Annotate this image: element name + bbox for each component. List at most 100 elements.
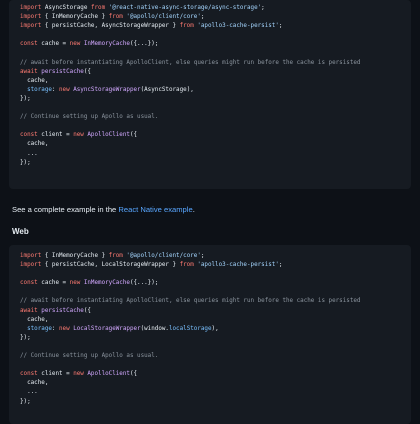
code-line: const client = new ApolloClient({ bbox=[20, 131, 411, 140]
code-text-token: AsyncStorage bbox=[41, 5, 91, 11]
code-text-token: ({ bbox=[83, 307, 91, 314]
keyword-token: from bbox=[108, 14, 123, 21]
keyword-token: import bbox=[20, 23, 42, 30]
code-text-token: ; bbox=[278, 23, 283, 30]
code-text-token: { persistCache, LocalStorageWrapper } bbox=[41, 262, 180, 269]
code-text-token: ({...}); bbox=[129, 280, 159, 287]
keyword-token: new bbox=[69, 41, 81, 48]
function-name-token: AsyncStorageWrapper bbox=[73, 86, 141, 93]
code-text-token: ; bbox=[200, 253, 205, 259]
keyword-token: new bbox=[59, 86, 70, 93]
keyword-token: import bbox=[20, 253, 42, 259]
code-line: cache, bbox=[20, 316, 411, 325]
keyword-token: import bbox=[20, 262, 42, 269]
code-text-token: ... bbox=[20, 150, 38, 157]
code-line: // await before instantiating ApolloClie… bbox=[20, 59, 411, 68]
code-text-token: ({ bbox=[83, 68, 91, 75]
code-line: storage: new AsyncStorageWrapper(AsyncSt… bbox=[20, 86, 411, 95]
code-text-token: cache, bbox=[20, 380, 49, 387]
code-text-token: cache = bbox=[37, 41, 70, 48]
code-line: }); bbox=[20, 159, 411, 168]
code-block-react-native: import AsyncStorage from '@react-native-… bbox=[9, 0, 411, 189]
code-line: import { persistCache, AsyncStorageWrapp… bbox=[20, 22, 411, 31]
code-line: // Continue setting up Apollo as usual. bbox=[20, 352, 411, 361]
code-line: const cache = new InMemoryCache({...}); bbox=[20, 279, 411, 288]
code-text-token: ), bbox=[211, 325, 219, 332]
code-text-token: cache, bbox=[20, 141, 49, 148]
code-line: // Continue setting up Apollo as usual. bbox=[20, 113, 411, 122]
string-token: '@react-native-async-storage/async-stora… bbox=[108, 5, 262, 11]
keyword-token: const bbox=[20, 132, 38, 139]
code-line: cache, bbox=[20, 77, 411, 86]
function-name-token: InMemoryCache bbox=[83, 41, 130, 48]
function-name-token: ApolloClient bbox=[87, 132, 130, 139]
code-line: // await before instantiating ApolloClie… bbox=[20, 297, 411, 306]
function-name-token: persistCache bbox=[41, 307, 84, 314]
keyword-token: const bbox=[20, 371, 38, 378]
property-token: localStorage bbox=[168, 325, 212, 332]
code-text-token: client = bbox=[37, 132, 74, 139]
keyword-token: from bbox=[90, 5, 106, 11]
keyword-token: new bbox=[73, 371, 84, 378]
code-line: const cache = new InMemoryCache({...}); bbox=[20, 40, 411, 49]
code-text-token: }); bbox=[20, 334, 31, 341]
function-name-token: InMemoryCache bbox=[83, 280, 130, 287]
code-line: import { persistCache, LocalStorageWrapp… bbox=[20, 261, 411, 270]
code-text-token: { persistCache, AsyncStorageWrapper } bbox=[41, 23, 180, 30]
property-token: storage bbox=[27, 325, 52, 332]
string-token: 'apollo3-cache-persist' bbox=[197, 262, 279, 269]
keyword-token: await bbox=[20, 68, 38, 75]
comment-token: // Continue setting up Apollo as usual. bbox=[20, 114, 159, 121]
code-text-token: ; bbox=[200, 14, 205, 21]
code-line: }); bbox=[20, 95, 411, 104]
code-line: cache, bbox=[20, 140, 411, 149]
keyword-token: new bbox=[69, 280, 81, 287]
code-text-token: ; bbox=[261, 5, 265, 11]
code-line: await persistCache({ bbox=[20, 68, 411, 77]
keyword-token: from bbox=[179, 262, 194, 269]
string-token: 'apollo3-cache-persist' bbox=[197, 23, 279, 30]
code-text-token: ({ bbox=[129, 132, 138, 139]
function-name-token: LocalStorageWrapper bbox=[73, 325, 141, 332]
web-heading: Web bbox=[12, 227, 29, 236]
keyword-token: import bbox=[20, 5, 42, 11]
comment-token: // await before instantiating ApolloClie… bbox=[20, 59, 361, 66]
keyword-token: new bbox=[73, 132, 84, 139]
keyword-token: const bbox=[20, 41, 38, 48]
code-text-token: ... bbox=[20, 389, 38, 396]
example-paragraph: See a complete example in the React Nati… bbox=[12, 205, 195, 214]
code-text-token: client = bbox=[37, 371, 74, 378]
code-line: import { InMemoryCache } from '@apollo/c… bbox=[20, 13, 411, 22]
code-text-token: }); bbox=[20, 398, 31, 405]
keyword-token: new bbox=[59, 325, 70, 332]
code-text-token: { InMemoryCache } bbox=[41, 14, 109, 21]
code-line: }); bbox=[20, 398, 411, 407]
code-line: cache, bbox=[20, 379, 411, 388]
code-text-token: cache, bbox=[20, 77, 49, 84]
code-text-token: : bbox=[51, 325, 60, 332]
code-line: }); bbox=[20, 334, 411, 343]
react-native-example-link[interactable]: React Native example bbox=[118, 205, 192, 214]
code-text-token: }); bbox=[20, 95, 31, 102]
keyword-token: import bbox=[20, 14, 42, 21]
keyword-token: from bbox=[108, 253, 123, 259]
code-line: await persistCache({ bbox=[20, 307, 411, 316]
comment-token: // await before instantiating ApolloClie… bbox=[20, 298, 361, 305]
string-token: '@apollo/client/core' bbox=[126, 253, 201, 259]
code-line: import AsyncStorage from '@react-native-… bbox=[20, 4, 411, 13]
code-line: const client = new ApolloClient({ bbox=[20, 370, 411, 379]
code-text-token: cache = bbox=[37, 280, 70, 287]
paragraph-end: . bbox=[192, 205, 195, 214]
code-line: ... bbox=[20, 150, 411, 159]
function-name-token: ApolloClient bbox=[87, 371, 130, 378]
code-line: import { InMemoryCache } from '@apollo/c… bbox=[20, 252, 411, 261]
paragraph-text: See a complete example in the bbox=[12, 205, 119, 214]
